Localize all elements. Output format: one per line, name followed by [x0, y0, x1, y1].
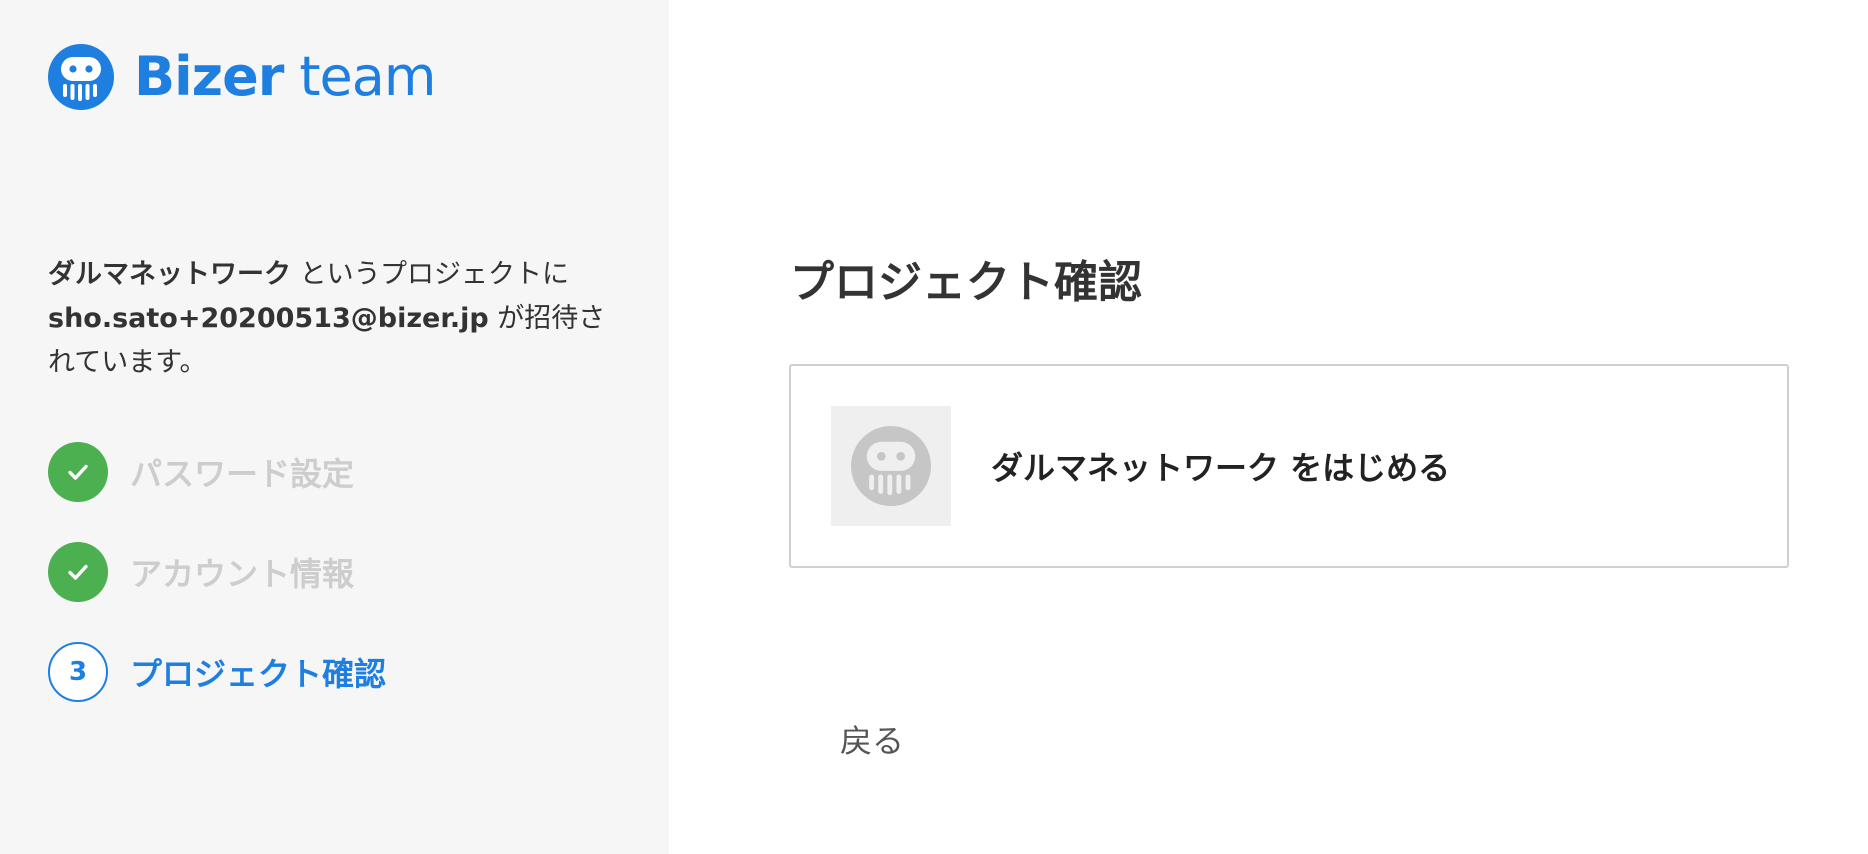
brand-name: Bizer team [134, 44, 436, 110]
brand-name-light: team [299, 45, 436, 108]
octopus-logo-icon [48, 44, 114, 110]
step-complete-badge [48, 442, 108, 502]
step-account: アカウント情報 [48, 542, 386, 602]
check-icon [68, 464, 88, 480]
main-content: プロジェクト確認 ダルマネットワーク をはじめる 戻る [669, 0, 1868, 854]
project-start-label: ダルマネットワーク をはじめる [991, 449, 1451, 487]
step-password: パスワード設定 [48, 442, 386, 502]
invite-project-name: ダルマネットワーク [48, 259, 291, 290]
step-label-project: プロジェクト確認 [130, 655, 387, 693]
step-number-badge: 3 [48, 642, 108, 702]
invite-email: sho.sato+20200513@bizer.jp [48, 303, 489, 334]
project-start-card[interactable]: ダルマネットワーク をはじめる [789, 364, 1789, 568]
page-title: プロジェクト確認 [790, 257, 1142, 308]
project-thumbnail [831, 406, 951, 526]
back-button[interactable]: 戻る [840, 716, 904, 762]
brand-name-bold: Bizer [134, 45, 284, 108]
sidebar: Bizer team ダルマネットワーク というプロジェクトに sho.sato+… [0, 0, 669, 854]
step-project: 3 プロジェクト確認 [48, 642, 386, 702]
step-complete-badge [48, 542, 108, 602]
step-label-password: パスワード設定 [130, 455, 355, 493]
invite-message: ダルマネットワーク というプロジェクトに sho.sato+20200513@b… [48, 253, 608, 385]
invite-text-1: というプロジェクトに [291, 259, 570, 290]
step-label-account: アカウント情報 [130, 555, 355, 593]
progress-steps: パスワード設定 アカウント情報 3 プロジェクト確認 [48, 442, 386, 742]
check-icon [68, 564, 88, 580]
brand[interactable]: Bizer team [48, 44, 436, 110]
page: Bizer team ダルマネットワーク というプロジェクトに sho.sato+… [0, 0, 1868, 854]
octopus-placeholder-icon [851, 426, 931, 506]
